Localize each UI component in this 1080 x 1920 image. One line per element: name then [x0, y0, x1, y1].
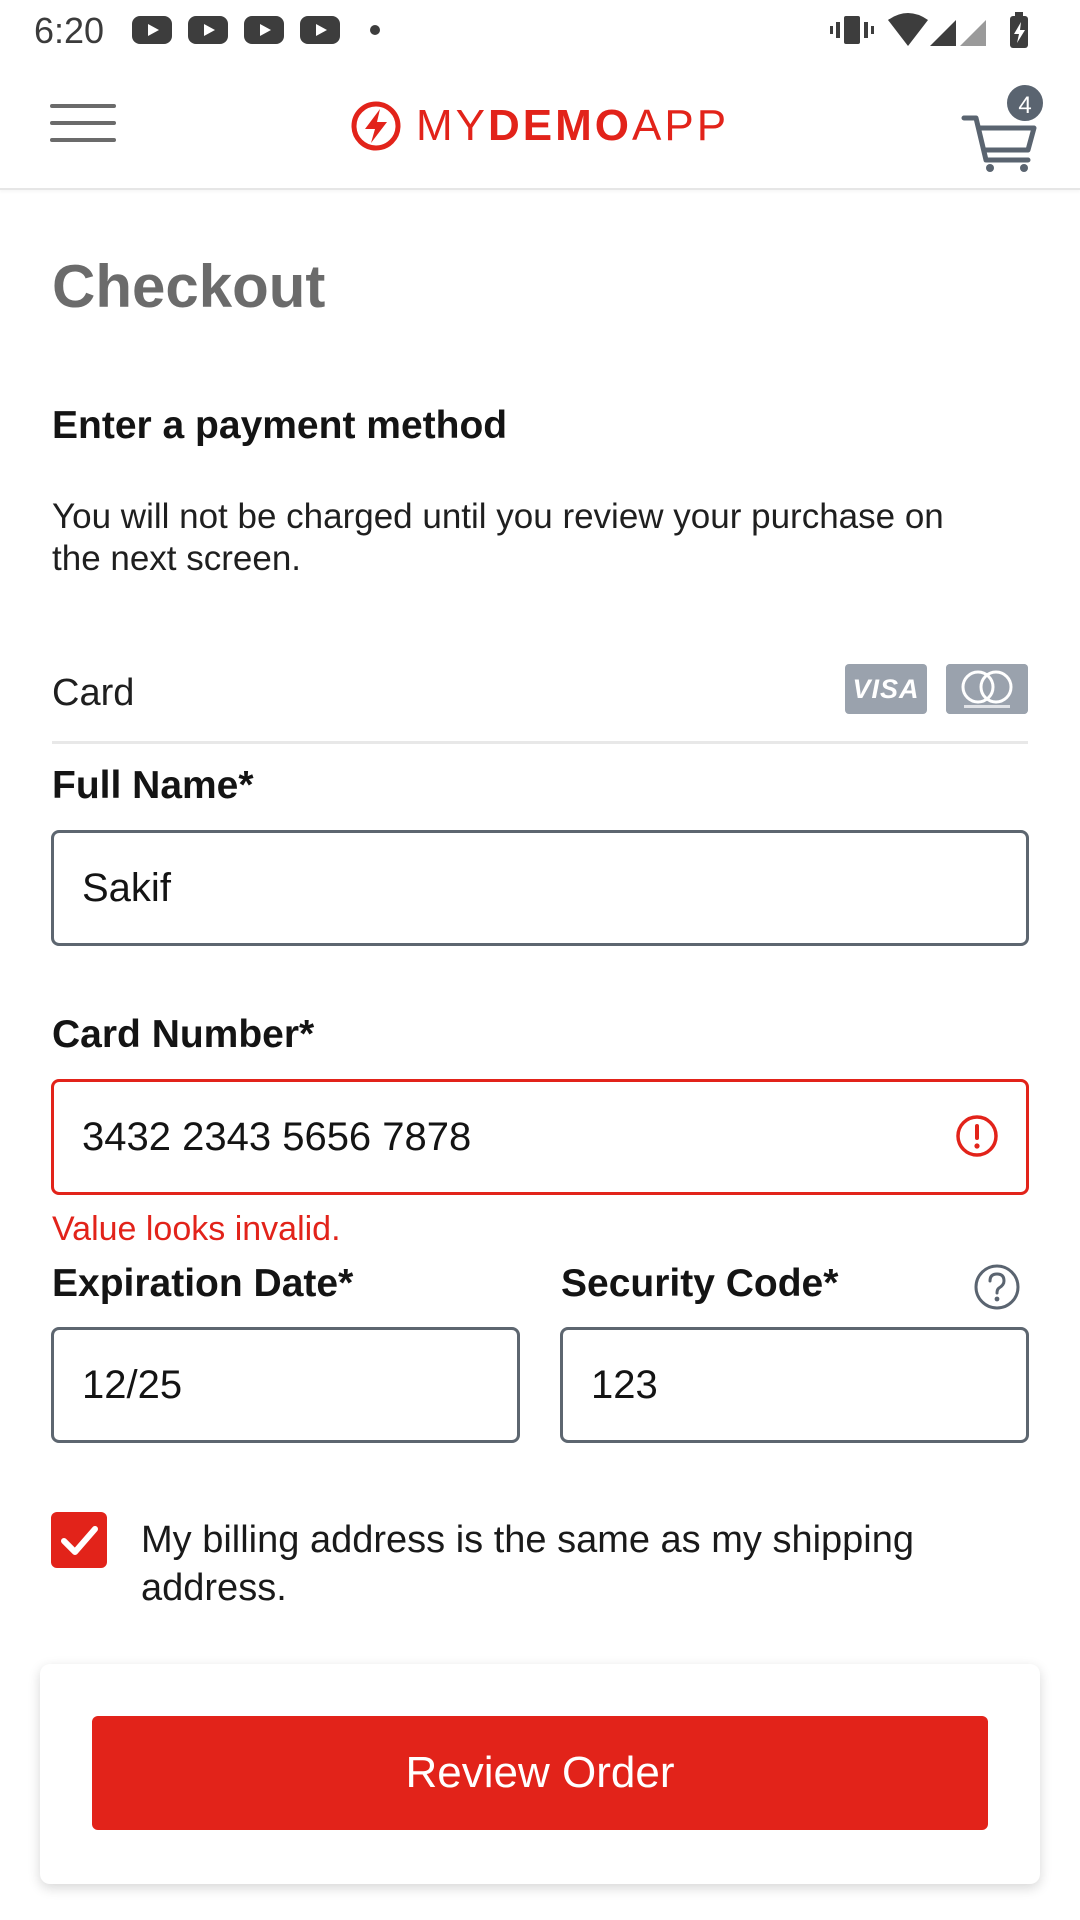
status-bar: 6:20	[0, 0, 1080, 62]
billing-same-checkbox[interactable]	[51, 1512, 107, 1568]
cart-count-badge: 4	[1004, 82, 1046, 124]
page-title: Checkout	[52, 253, 326, 320]
card-label: Card	[52, 672, 135, 714]
mastercard-logo-icon	[946, 664, 1028, 714]
security-code-input[interactable]	[560, 1327, 1029, 1443]
youtube-icon	[300, 16, 340, 44]
expiration-date-input[interactable]	[51, 1327, 520, 1443]
battery-charging-icon	[1010, 12, 1028, 48]
status-time: 6:20	[34, 10, 105, 51]
more-notifications-icon	[370, 25, 380, 35]
card-number-input[interactable]	[51, 1079, 1029, 1195]
menu-button[interactable]	[50, 102, 116, 144]
lightning-logo-icon	[351, 101, 401, 151]
full-name-input[interactable]	[51, 830, 1029, 946]
card-payment-row: Card VISA	[52, 664, 1028, 744]
signal-icon	[960, 20, 986, 46]
section-title: Enter a payment method	[52, 404, 508, 447]
app-logo: MYDEMOAPP	[350, 98, 729, 154]
hamburger-menu-icon	[50, 104, 116, 108]
visa-logo-icon: VISA	[845, 664, 927, 714]
youtube-icon	[188, 16, 228, 44]
wifi-icon	[888, 13, 928, 46]
section-subtitle: You will not be charged until you review…	[52, 497, 944, 578]
card-number-error: Value looks invalid.	[52, 1210, 341, 1248]
billing-same-label[interactable]: My billing address is the same as my shi…	[141, 1516, 941, 1612]
logo-text: MYDEMOAPP	[416, 101, 730, 150]
youtube-icon	[132, 16, 172, 44]
system-status-icons	[830, 12, 1028, 48]
review-order-button[interactable]: Review Order	[92, 1716, 988, 1830]
expiration-date-label: Expiration Date*	[52, 1262, 354, 1305]
security-code-label: Security Code*	[561, 1262, 839, 1305]
vibrate-icon	[830, 16, 874, 44]
signal-icon	[930, 20, 956, 46]
card-number-label: Card Number*	[52, 1013, 315, 1056]
full-name-label: Full Name*	[52, 764, 254, 807]
error-icon	[956, 1115, 998, 1157]
help-icon[interactable]	[972, 1262, 1022, 1312]
app-header: MYDEMOAPP	[0, 62, 1080, 190]
checkmark-icon	[61, 1526, 98, 1555]
youtube-icon	[244, 16, 284, 44]
